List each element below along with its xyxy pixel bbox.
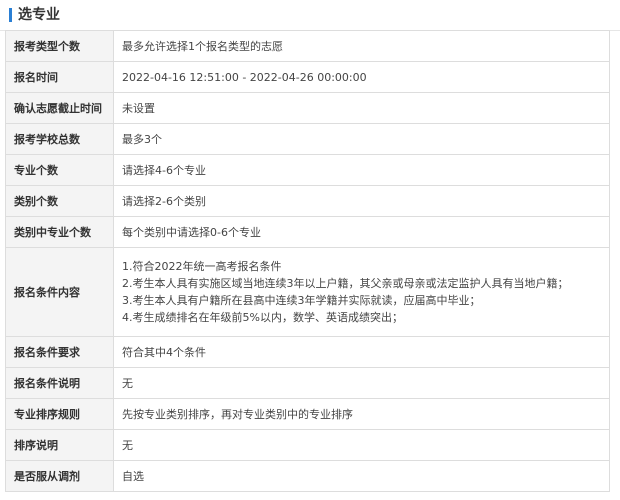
table-row: 报考类型个数 最多允许选择1个报名类型的志愿 — [5, 30, 610, 62]
row-label: 报考类型个数 — [5, 30, 114, 62]
row-value: 每个类别中请选择0-6个专业 — [113, 216, 610, 248]
table-row: 专业个数 请选择4-6个专业 — [5, 154, 610, 186]
table-row: 排序说明 无 — [5, 429, 610, 461]
section-header: 选专业 — [0, 0, 620, 31]
row-label: 专业排序规则 — [5, 398, 114, 430]
row-value: 最多3个 — [113, 123, 610, 155]
row-value: 先按专业类别排序，再对专业类别中的专业排序 — [113, 398, 610, 430]
table-row: 专业排序规则 先按专业类别排序，再对专业类别中的专业排序 — [5, 398, 610, 430]
row-value: 2022-04-16 12:51:00 - 2022-04-26 00:00:0… — [113, 61, 610, 93]
row-label: 报名条件内容 — [5, 247, 114, 337]
row-value: 自选 — [113, 460, 610, 492]
table-row: 报名时间 2022-04-16 12:51:00 - 2022-04-26 00… — [5, 61, 610, 93]
row-label: 报名条件说明 — [5, 367, 114, 399]
row-value: 无 — [113, 429, 610, 461]
row-label: 报考学校总数 — [5, 123, 114, 155]
table-row: 报名条件说明 无 — [5, 367, 610, 399]
row-value: 符合其中4个条件 — [113, 336, 610, 368]
row-label: 类别中专业个数 — [5, 216, 114, 248]
row-label: 类别个数 — [5, 185, 114, 217]
row-label: 是否服从调剂 — [5, 460, 114, 492]
row-label: 报名时间 — [5, 61, 114, 93]
table-row: 类别个数 请选择2-6个类别 — [5, 185, 610, 217]
section-accent-bar — [9, 8, 12, 22]
row-value: 无 — [113, 367, 610, 399]
row-label: 排序说明 — [5, 429, 114, 461]
condition-item: 4.考生成绩排名在年级前5%以内，数学、英语成绩突出； — [122, 311, 403, 324]
table-row: 是否服从调剂 自选 — [5, 460, 610, 492]
condition-item: 1.符合2022年统一高考报名条件 — [122, 260, 282, 273]
table-row: 报考学校总数 最多3个 — [5, 123, 610, 155]
table-row: 类别中专业个数 每个类别中请选择0-6个专业 — [5, 216, 610, 248]
conditions-list: 1.符合2022年统一高考报名条件 2.考生本人具有实施区域当地连续3年以上户籍… — [113, 247, 610, 337]
info-table: 报考类型个数 最多允许选择1个报名类型的志愿 报名时间 2022-04-16 1… — [5, 30, 610, 492]
table-row: 确认志愿截止时间 未设置 — [5, 92, 610, 124]
row-label: 专业个数 — [5, 154, 114, 186]
table-row: 报名条件内容 1.符合2022年统一高考报名条件 2.考生本人具有实施区域当地连… — [5, 247, 610, 337]
table-row: 报名条件要求 符合其中4个条件 — [5, 336, 610, 368]
row-value: 最多允许选择1个报名类型的志愿 — [113, 30, 610, 62]
row-value: 请选择2-6个类别 — [113, 185, 610, 217]
section-title: 选专业 — [18, 7, 60, 23]
row-label: 确认志愿截止时间 — [5, 92, 114, 124]
condition-item: 2.考生本人具有实施区域当地连续3年以上户籍，其父亲或母亲或法定监护人具有当地户… — [122, 277, 569, 290]
row-label: 报名条件要求 — [5, 336, 114, 368]
condition-item: 3.考生本人具有户籍所在县高中连续3年学籍并实际就读，应届高中毕业； — [122, 294, 481, 307]
row-value: 未设置 — [113, 92, 610, 124]
row-value: 请选择4-6个专业 — [113, 154, 610, 186]
